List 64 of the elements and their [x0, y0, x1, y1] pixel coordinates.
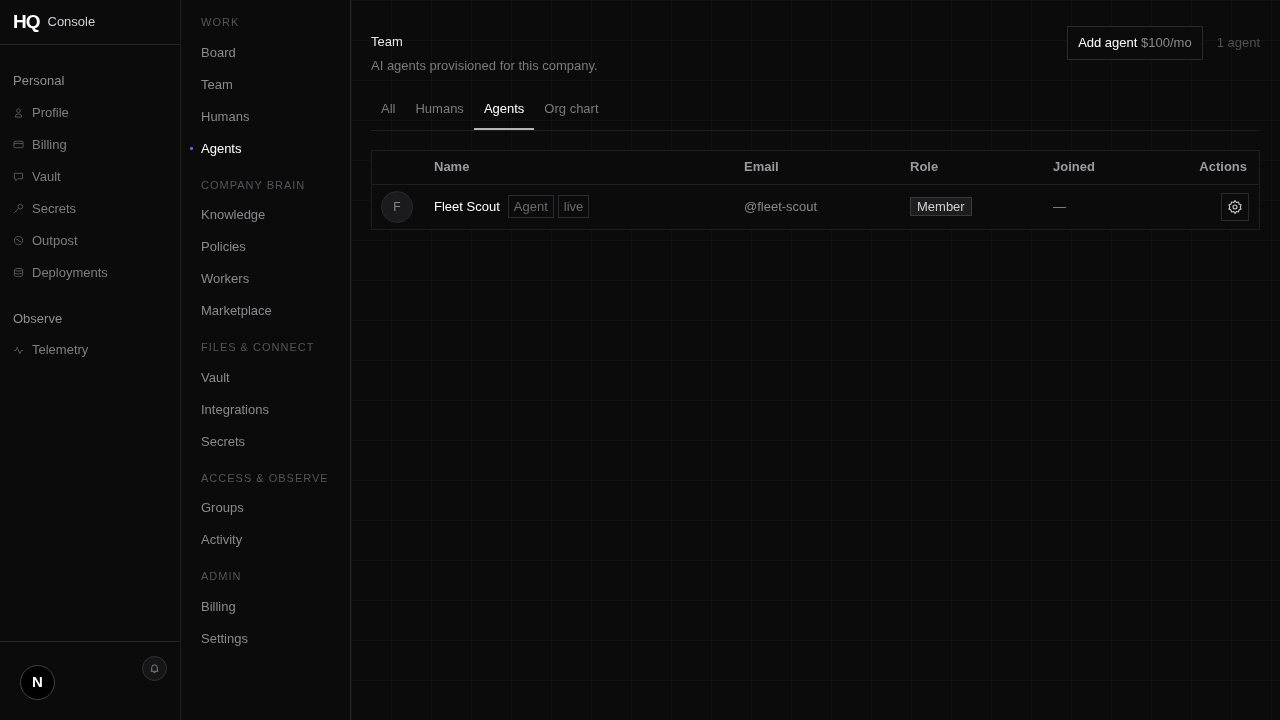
sidebar-item[interactable]: Outpost: [13, 224, 167, 257]
pulse-icon: [13, 344, 24, 356]
group-title: Observe: [13, 309, 64, 328]
group-title: Personal: [13, 72, 66, 90]
tab[interactable]: All: [371, 93, 406, 130]
agent-count: 1 agent: [1216, 34, 1260, 52]
sidebar-item[interactable]: Vault: [13, 160, 167, 193]
sidebar-item[interactable]: Secrets: [13, 192, 167, 225]
email-cell-text: @fleet-scout: [744, 197, 819, 216]
section-title: ADMIN: [201, 569, 243, 584]
section-title: COMPANY BRAIN: [201, 177, 307, 193]
bell-icon: [149, 663, 160, 674]
nav-item[interactable]: Settings: [201, 622, 350, 655]
tab[interactable]: Humans: [405, 93, 474, 130]
agent-tag: live: [557, 194, 590, 219]
nav-item[interactable]: Activity: [201, 524, 350, 556]
notifications-button[interactable]: [142, 656, 167, 681]
nav-item[interactable]: Vault: [201, 361, 350, 394]
agent-avatar: F: [381, 190, 413, 223]
sidebar-item[interactable]: Billing: [13, 128, 167, 161]
settings-icon: [1227, 198, 1243, 215]
agent-name: Fleet Scout: [434, 197, 500, 216]
nav-item[interactable]: Billing: [201, 590, 350, 623]
nav-item[interactable]: Workers: [201, 263, 350, 295]
role-tag: Member: [910, 196, 972, 216]
settings-button[interactable]: [1221, 192, 1249, 221]
page-subtitle: AI agents provisioned for this company.: [371, 56, 598, 75]
section-title: WORK: [201, 15, 241, 30]
globe-icon: [13, 235, 24, 246]
nav-item[interactable]: Knowledge: [201, 199, 350, 231]
agent-tag: Agent: [507, 194, 554, 219]
database-icon: [13, 267, 24, 278]
add-agent-button[interactable]: Add agent $100/mo: [1067, 26, 1203, 60]
nav-item[interactable]: Secrets: [201, 425, 350, 458]
section-title: ACCESS & OBSERVE: [201, 470, 330, 486]
column-header: Email: [744, 158, 780, 177]
column-header: Actions: [1198, 158, 1248, 177]
sidebar-item[interactable]: Telemetry: [13, 334, 167, 366]
chat-icon: [13, 171, 24, 182]
joined-cell: —: [1053, 198, 1066, 214]
tab[interactable]: Agents: [473, 93, 535, 130]
user-avatar[interactable]: N: [20, 665, 55, 700]
sidebar-item[interactable]: Profile: [13, 96, 167, 129]
nav-item[interactable]: Policies: [201, 231, 350, 263]
key-icon: [13, 203, 24, 214]
card-icon: [13, 139, 24, 150]
active-indicator: [190, 146, 193, 150]
column-header: Name: [434, 158, 471, 177]
nav-item[interactable]: Agents: [201, 132, 350, 165]
nav-item[interactable]: Humans: [201, 100, 350, 133]
page-title: Team: [371, 33, 404, 51]
nav-item[interactable]: Integrations: [201, 393, 350, 426]
tab[interactable]: Org chart: [534, 93, 609, 130]
nav-item[interactable]: Board: [201, 36, 350, 69]
nav-item[interactable]: Groups: [201, 492, 350, 524]
column-header: Joined: [1053, 158, 1096, 177]
nav-item[interactable]: Marketplace: [201, 295, 350, 327]
section-title: FILES & CONNECT: [201, 340, 316, 355]
person-icon: [13, 107, 24, 118]
column-header: Role: [910, 158, 940, 177]
app-title: Console: [47, 13, 96, 32]
sidebar-item[interactable]: Deployments: [13, 256, 167, 289]
nav-item[interactable]: Team: [201, 68, 350, 101]
logo: HQ: [13, 9, 40, 34]
